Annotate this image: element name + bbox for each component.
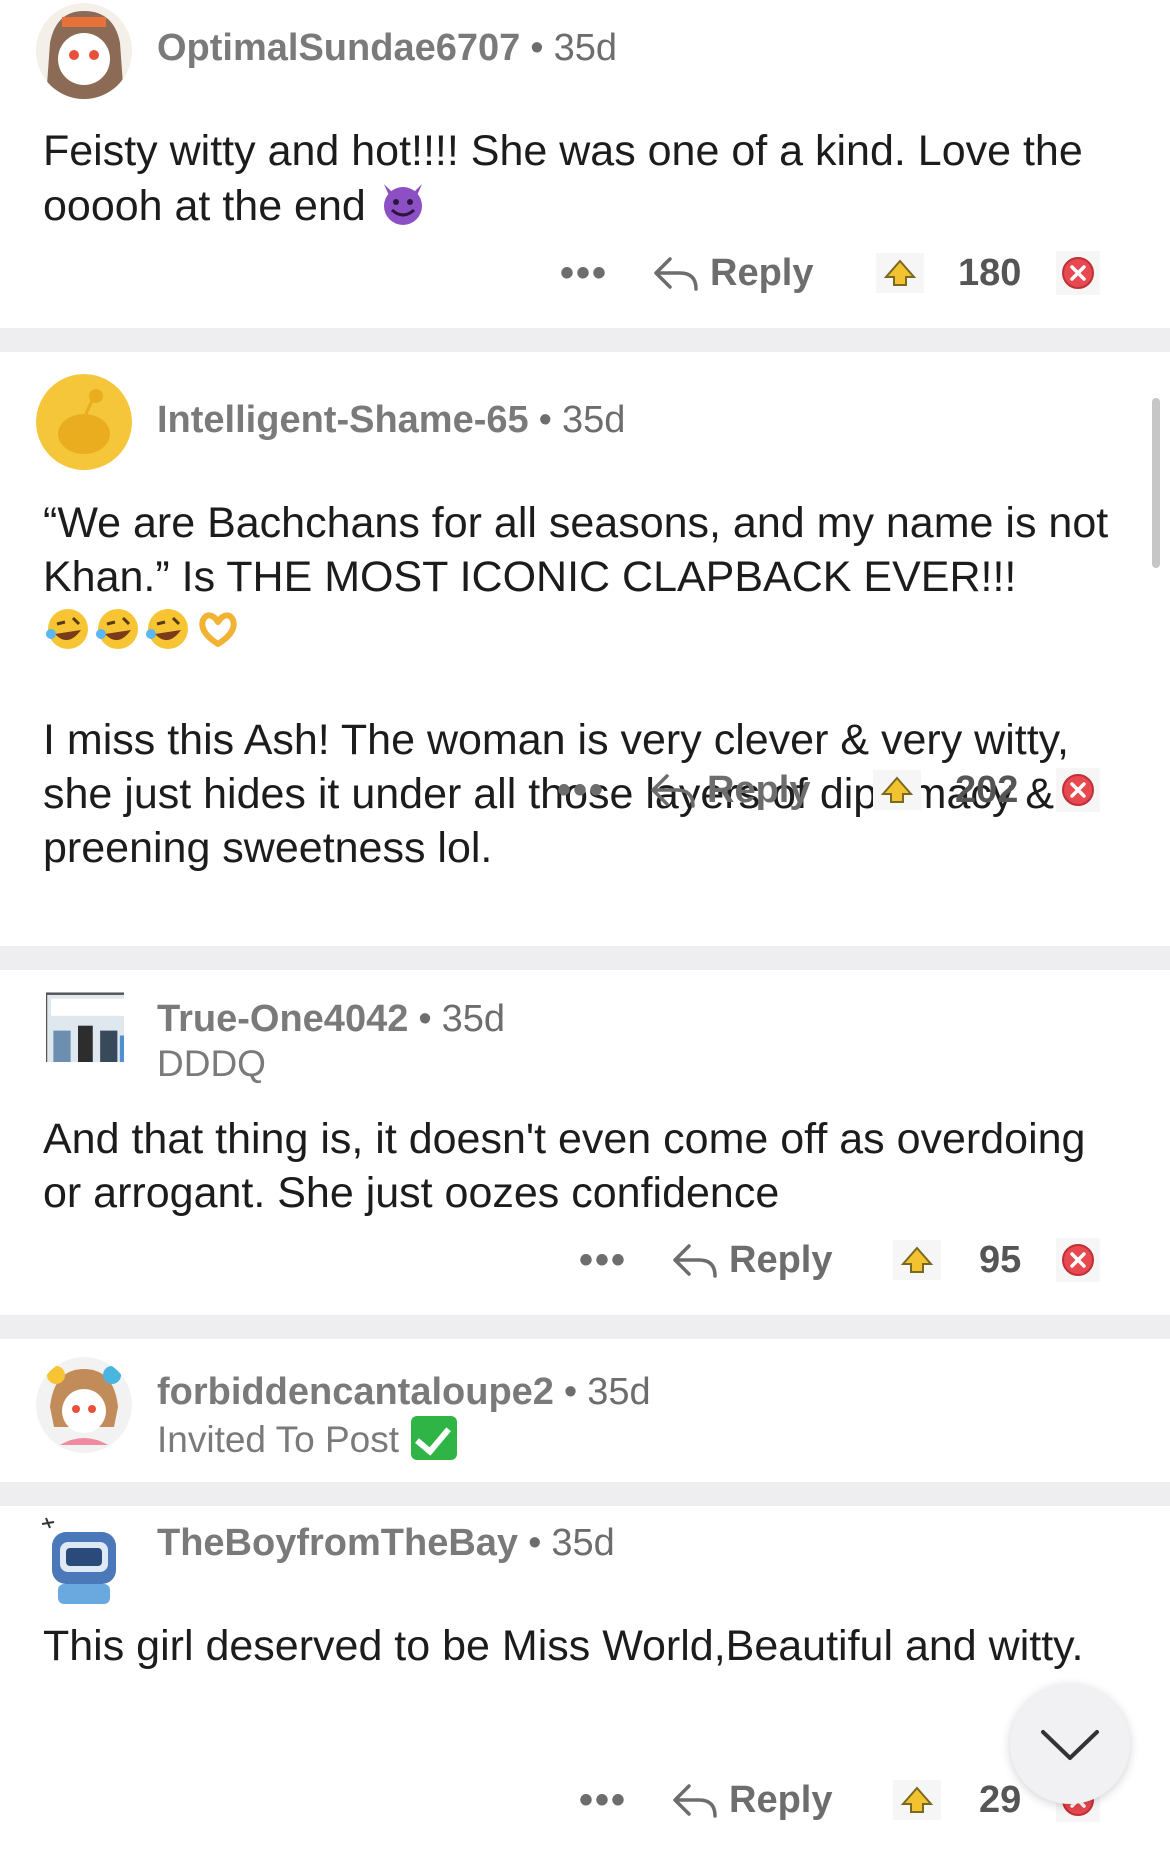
- downvote-button[interactable]: [1056, 1230, 1100, 1290]
- reply-button[interactable]: Reply: [671, 1770, 832, 1830]
- reply-label: Reply: [707, 768, 811, 811]
- comment-meta: Intelligent-Shame-65 • 35d: [157, 399, 626, 441]
- comment-meta: forbiddencantaloupe2 • 35d: [157, 1371, 651, 1413]
- chevron-down-icon: [1041, 1730, 1099, 1760]
- username[interactable]: TheBoyfromTheBay: [157, 1522, 518, 1564]
- comment: Intelligent-Shame-65 • 35d “We are Bachcha…: [0, 352, 1170, 946]
- reply-arrow-icon: [673, 1244, 717, 1278]
- rolling-laughing-emoji-icon: [43, 604, 93, 654]
- comment-paragraph: “We are Bachchans for all seasons, and m…: [43, 496, 1123, 659]
- heart-hands-emoji-icon: [193, 604, 243, 654]
- comment-actions: ••• Reply 202: [0, 760, 1170, 820]
- more-options-button[interactable]: •••: [557, 760, 605, 820]
- comment-text: “We are Bachchans for all seasons, and m…: [43, 499, 1109, 601]
- upvote-button[interactable]: [876, 243, 924, 303]
- reply-arrow-icon: [673, 1784, 717, 1818]
- comment: OptimalSundae6707 • 35d Feisty witty and h…: [0, 0, 1170, 328]
- user-flair: DDDQ: [157, 1043, 266, 1084]
- username[interactable]: OptimalSundae6707: [157, 27, 520, 69]
- comment-meta: OptimalSundae6707 • 35d: [157, 27, 617, 69]
- upvote-button[interactable]: [873, 760, 921, 820]
- comment-divider: [0, 1482, 1170, 1506]
- comment-text: Feisty witty and hot!!!! She was one of …: [43, 127, 1083, 230]
- scroll-down-button[interactable]: [1010, 1684, 1130, 1804]
- comment-divider: [0, 946, 1170, 970]
- scrollbar[interactable]: [1152, 398, 1160, 568]
- downvote-icon: [1056, 251, 1100, 295]
- more-options-button[interactable]: •••: [579, 1770, 627, 1830]
- comment-age: 35d: [561, 399, 626, 441]
- user-avatar[interactable]: [36, 3, 132, 99]
- comment-body: Feisty witty and hot!!!! She was one of …: [43, 124, 1123, 233]
- user-avatar[interactable]: [36, 1357, 132, 1453]
- downvote-icon: [1056, 768, 1100, 812]
- comment-age: 35d: [553, 27, 617, 69]
- reply-arrow-icon: [654, 257, 698, 291]
- username[interactable]: Intelligent-Shame-65: [157, 399, 529, 441]
- comment-body: This girl deserved to be Miss World,Beau…: [43, 1619, 1123, 1673]
- downvote-icon: [1056, 1238, 1100, 1282]
- downvote-button[interactable]: [1056, 760, 1100, 820]
- username[interactable]: True-One4042: [157, 998, 408, 1040]
- comment-actions: ••• Reply 95: [0, 1230, 1170, 1290]
- reply-button[interactable]: Reply: [671, 1230, 832, 1290]
- upvote-button[interactable]: [893, 1230, 941, 1290]
- check-mark-icon: [411, 1416, 458, 1460]
- comment-age: 35d: [441, 998, 506, 1040]
- comment: True-One4042 • 35d DDDQ And that thing is,…: [0, 970, 1170, 1315]
- username[interactable]: forbiddencantaloupe2: [157, 1371, 554, 1413]
- more-options-button[interactable]: •••: [560, 243, 608, 303]
- smiling-devil-emoji-icon: [378, 178, 428, 228]
- user-flair: Invited To Post: [157, 1416, 458, 1461]
- rolling-laughing-emoji-icon: [143, 604, 193, 654]
- upvote-icon: [876, 253, 924, 293]
- upvote-icon: [873, 770, 921, 810]
- downvote-button[interactable]: [1056, 243, 1100, 303]
- more-options-button[interactable]: •••: [579, 1230, 627, 1290]
- comment-meta: True-One4042 • 35d: [157, 998, 506, 1040]
- reply-arrow-icon: [651, 774, 695, 808]
- reply-label: Reply: [710, 251, 814, 294]
- upvote-icon: [893, 1780, 941, 1820]
- flair-label: Invited To Post: [157, 1419, 400, 1460]
- comment-divider: [0, 328, 1170, 352]
- comment-text: And that thing is, it doesn't even come …: [43, 1115, 1086, 1217]
- reply-label: Reply: [729, 1238, 833, 1281]
- comment-actions: ••• Reply 180: [0, 243, 1170, 303]
- comment-meta: TheBoyfromTheBay • 35d: [157, 1522, 615, 1564]
- user-avatar[interactable]: [36, 1514, 132, 1610]
- comment-body: And that thing is, it doesn't even come …: [43, 1112, 1123, 1220]
- comment-text: This girl deserved to be Miss World,Beau…: [43, 1622, 1084, 1670]
- comment-age: 35d: [587, 1371, 651, 1413]
- vote-score: 180: [958, 251, 1022, 294]
- vote-score: 29: [979, 1778, 1022, 1821]
- reply-button[interactable]: Reply: [649, 760, 810, 820]
- user-avatar[interactable]: [46, 990, 124, 1062]
- comment-age: 35d: [551, 1522, 615, 1564]
- comment-actions: ••• Reply 29: [0, 1770, 1170, 1830]
- upvote-button[interactable]: [893, 1770, 941, 1830]
- reply-button[interactable]: Reply: [652, 243, 813, 303]
- comment-divider: [0, 1315, 1170, 1339]
- rolling-laughing-emoji-icon: [93, 604, 143, 654]
- upvote-icon: [893, 1240, 941, 1280]
- comment: TheBoyfromTheBay • 35d This girl deserved …: [0, 1506, 1170, 1867]
- reply-label: Reply: [729, 1778, 833, 1821]
- vote-score: 95: [979, 1238, 1022, 1281]
- vote-score: 202: [955, 768, 1019, 811]
- comment[interactable]: forbiddencantaloupe2 • 35d Invited To Post: [0, 1339, 1170, 1482]
- user-avatar[interactable]: [36, 374, 132, 470]
